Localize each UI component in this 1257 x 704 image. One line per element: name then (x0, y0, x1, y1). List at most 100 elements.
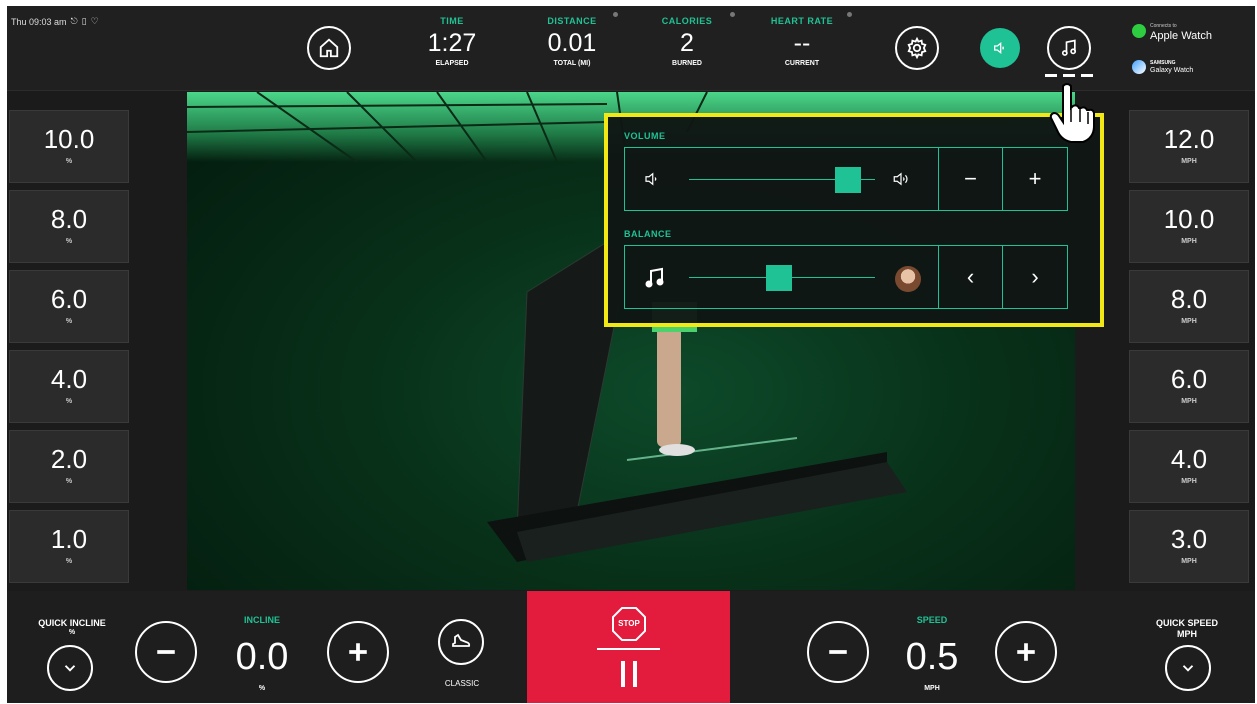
home-button[interactable] (307, 26, 351, 70)
preset-value: 8.0 (50, 204, 88, 234)
incline-preset-1[interactable]: 1.0 % (9, 510, 129, 583)
speed-value: 0.5 (905, 636, 959, 678)
preset-value: 12.0 (1163, 124, 1215, 154)
preset-value: 2.0 (50, 444, 88, 474)
metric-label: HEART RATE (770, 16, 834, 26)
workout-mode-label: CLASSIC (444, 679, 480, 688)
speed-up-button[interactable] (995, 621, 1057, 683)
quick-incline-unit: % (68, 629, 76, 636)
quick-speed-button[interactable] (1165, 645, 1211, 691)
stop-text: STOP (618, 619, 640, 628)
plus-icon (349, 643, 367, 661)
volume-up-button[interactable]: + (1003, 148, 1067, 210)
balance-left-button[interactable]: ‹ (939, 246, 1003, 308)
metric-value: 2 (680, 29, 694, 57)
quick-speed-label: QUICK SPEED (1155, 618, 1218, 628)
speed-preset-8[interactable]: 8.0 MPH (1129, 270, 1249, 343)
music-button-indicator (1045, 74, 1095, 77)
incline-down-button[interactable] (135, 621, 197, 683)
balance-right-button[interactable]: › (1003, 246, 1067, 308)
metric-distance: DISTANCE 0.01 TOTAL (MI) (527, 16, 617, 67)
pause-button[interactable] (617, 659, 641, 689)
home-icon (319, 38, 339, 58)
incline-preset-10[interactable]: 10.0 % (9, 110, 129, 183)
metric-heart-rate: HEART RATE -- CURRENT (757, 16, 847, 67)
incline-value: 0.0 (235, 636, 289, 678)
incline-unit: % (258, 685, 266, 692)
incline-up-button[interactable] (327, 621, 389, 683)
speed-unit: MPH (924, 685, 940, 692)
preset-value: 1.0 (50, 524, 88, 554)
preset-unit: MPH (1181, 158, 1197, 165)
metric-value: 1:27 (427, 29, 477, 57)
preset-value: 10.0 (1163, 204, 1215, 234)
quick-speed-unit: MPH (1177, 629, 1197, 639)
preset-unit: MPH (1181, 398, 1197, 405)
chevron-down-icon (64, 665, 76, 672)
metric-label: CALORIES (661, 16, 713, 26)
preset-unit: % (65, 318, 73, 325)
workout-mode-button[interactable] (438, 619, 484, 665)
balance-control: ‹ › (624, 245, 1068, 309)
phone-icon: ▯ (81, 16, 87, 26)
balance-thumb[interactable] (765, 265, 792, 291)
clock-text: Thu 09:03 am (11, 16, 67, 27)
minus-icon (157, 650, 175, 654)
preset-unit: MPH (1181, 558, 1197, 565)
preset-unit: MPH (1181, 478, 1197, 485)
galaxy-watch-icon (1132, 60, 1146, 74)
preset-value: 6.0 (1170, 364, 1208, 394)
preset-value: 8.0 (1170, 284, 1208, 314)
incline-preset-4[interactable]: 4.0 % (9, 350, 129, 423)
speed-preset-3[interactable]: 3.0 MPH (1129, 510, 1249, 583)
headphones-icon: ⎋ (70, 16, 78, 26)
music-button[interactable] (1047, 26, 1091, 70)
volume-slider[interactable] (625, 148, 939, 210)
apple-watch-icon (1132, 24, 1146, 38)
galaxy-watch-caption: SAMSUNG (1150, 60, 1176, 66)
metric-dot (847, 12, 852, 17)
metric-time: TIME 1:27 ELAPSED (407, 16, 497, 67)
speed-preset-10[interactable]: 10.0 MPH (1129, 190, 1249, 263)
speed-preset-6[interactable]: 6.0 MPH (1129, 350, 1249, 423)
preset-value: 3.0 (1170, 524, 1208, 554)
preset-unit: MPH (1181, 238, 1197, 245)
incline-preset-6[interactable]: 6.0 % (9, 270, 129, 343)
speaker-low-icon (645, 172, 657, 186)
incline-preset-8[interactable]: 8.0 % (9, 190, 129, 263)
shoe-icon (452, 633, 471, 647)
metric-sub: CURRENT (784, 60, 820, 67)
settings-icon (907, 37, 927, 59)
settings-button[interactable] (895, 26, 939, 70)
preset-value: 4.0 (50, 364, 88, 394)
incline-label: INCLINE (244, 615, 280, 625)
speed-preset-4[interactable]: 4.0 MPH (1129, 430, 1249, 503)
treadmill-console: Thu 09:03 am ⎋ ▯ ♡ TIME 1:27 ELAPSED DIS… (7, 6, 1255, 703)
speed-preset-12[interactable]: 12.0 MPH (1129, 110, 1249, 183)
quick-incline-button[interactable] (47, 645, 93, 691)
pause-icon (621, 661, 637, 687)
metric-label: DISTANCE (547, 16, 597, 26)
bottom-bar: QUICK INCLINE % INCLINE 0.0 % CLASSIC ST… (7, 591, 1255, 703)
incline-preset-2[interactable]: 2.0 % (9, 430, 129, 503)
metric-value: -- (793, 29, 811, 57)
pointer-hand-icon (1049, 83, 1095, 143)
metric-value: 0.01 (547, 29, 597, 57)
status-bar: Thu 09:03 am ⎋ ▯ ♡ (11, 16, 99, 27)
preset-unit: % (65, 478, 73, 485)
stop-button[interactable]: STOP (612, 607, 646, 641)
balance-slider[interactable] (625, 246, 939, 308)
volume-down-button[interactable]: − (939, 148, 1003, 210)
stop-pause-area[interactable]: STOP (527, 591, 730, 703)
preset-unit: MPH (1181, 318, 1197, 325)
volume-button[interactable] (980, 28, 1020, 68)
preset-value: 4.0 (1170, 444, 1208, 474)
speed-down-button[interactable] (807, 621, 869, 683)
volume-thumb[interactable] (834, 167, 861, 193)
galaxy-watch-badge[interactable]: SAMSUNG Galaxy Watch (1132, 56, 1236, 78)
metric-calories: CALORIES 2 BURNED (642, 16, 732, 67)
apple-watch-badge[interactable]: Connects to Apple Watch (1132, 20, 1236, 42)
stop-divider (597, 648, 660, 650)
instructor-avatar (895, 266, 921, 292)
preset-value: 6.0 (50, 284, 88, 314)
